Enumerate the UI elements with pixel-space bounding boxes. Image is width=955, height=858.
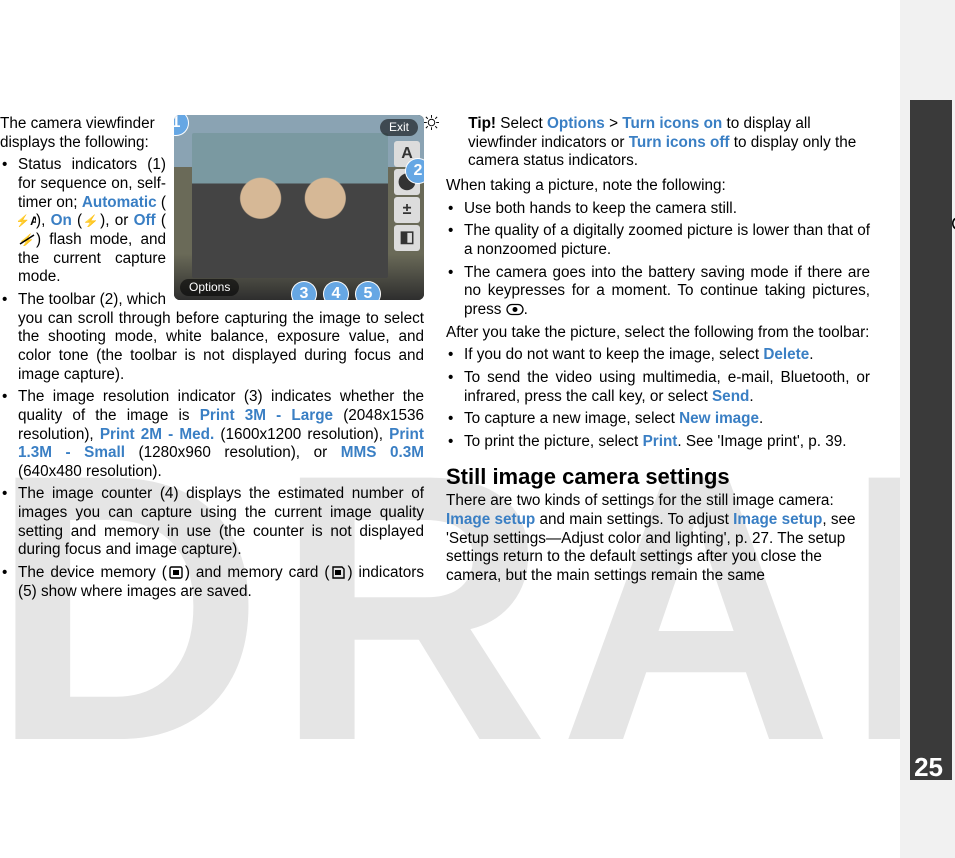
left-bullet-3: The image resolution indicator (3) indic…: [0, 388, 424, 481]
text: There are two kinds of settings for the …: [446, 492, 834, 509]
text: (640x480 resolution).: [18, 463, 162, 480]
link-delete: Delete: [763, 346, 809, 363]
side-tab: Camera 25: [900, 0, 955, 858]
text: .: [524, 301, 528, 318]
text: To capture a new image, select: [464, 410, 679, 427]
text: ) and memory card (: [185, 564, 330, 581]
after-intro: After you take the picture, select the f…: [446, 324, 870, 343]
text: . See 'Image print', p. 39.: [677, 433, 846, 450]
link-turn-icons-on: Turn icons on: [622, 115, 722, 132]
text: (1600x1200 resolution),: [214, 426, 389, 443]
memory-card-icon: [329, 566, 347, 579]
text: To print the picture, select: [464, 433, 643, 450]
text: To send the video using multimedia, e-ma…: [464, 369, 870, 405]
svg-text:⚡: ⚡: [83, 214, 99, 227]
left-column: Exit Options A ⬤ ± ◧ 1 2 3 4 5 The camer…: [0, 115, 424, 725]
flash-off-icon: ⚡: [18, 233, 36, 246]
left-bullet-5: The device memory () and memory card () …: [0, 564, 424, 601]
after-bullet-4: To print the picture, select Print. See …: [446, 433, 870, 452]
after-bullets: If you do not want to keep the image, se…: [446, 346, 870, 451]
device-memory-icon: [167, 566, 185, 579]
link-send: Send: [712, 388, 749, 405]
tip-paragraph: Tip! Select Options > Turn icons on to d…: [446, 115, 870, 171]
note-intro: When taking a picture, note the followin…: [446, 177, 870, 196]
text: (1280x960 resolution), or: [125, 444, 341, 461]
left-bullet-1: Status indicators (1) for sequence on, s…: [0, 156, 424, 287]
svg-text:⚡A: ⚡A: [18, 214, 36, 227]
text: (: [72, 212, 82, 229]
section-label: Camera: [949, 160, 955, 231]
capture-key-icon: [506, 303, 524, 316]
text: (: [156, 212, 166, 229]
flash-on-icon: ⚡: [82, 214, 100, 227]
settings-paragraph: There are two kinds of settings for the …: [446, 492, 870, 585]
link-on: On: [51, 212, 72, 229]
left-bullet-2: The toolbar (2), which you can scroll th…: [0, 291, 424, 384]
link-print: Print: [643, 433, 678, 450]
text: .: [759, 410, 763, 427]
link-image-setup-2: Image setup: [733, 511, 822, 528]
note-bullet-3: The camera goes into the battery saving …: [446, 264, 870, 320]
tip-label: Tip!: [468, 115, 496, 132]
link-new-image: New image: [679, 410, 759, 427]
text: and main settings. To adjust: [535, 511, 733, 528]
after-bullet-1: If you do not want to keep the image, se…: [446, 346, 870, 365]
after-bullet-2: To send the video using multimedia, e-ma…: [446, 369, 870, 406]
link-options: Options: [547, 115, 605, 132]
text: Select: [496, 115, 547, 132]
after-bullet-3: To capture a new image, select New image…: [446, 410, 870, 429]
text: .: [809, 346, 813, 363]
flash-auto-icon: ⚡A: [18, 214, 36, 227]
text: ), or: [100, 212, 133, 229]
link-turn-icons-off: Turn icons off: [629, 134, 730, 151]
link-image-setup-1: Image setup: [446, 511, 535, 528]
note-bullet-1: Use both hands to keep the camera still.: [446, 200, 870, 219]
link-mms-03m: MMS 0.3M: [341, 444, 424, 461]
link-automatic: Automatic: [82, 194, 157, 211]
body-columns: Exit Options A ⬤ ± ◧ 1 2 3 4 5 The camer…: [0, 115, 870, 725]
note-bullet-2: The quality of a digitally zoomed pictur…: [446, 222, 870, 259]
text: The device memory (: [18, 564, 167, 581]
note-bullets: Use both hands to keep the camera still.…: [446, 200, 870, 320]
link-print-2m: Print 2M - Med.: [100, 426, 214, 443]
right-column: Tip! Select Options > Turn icons on to d…: [446, 115, 870, 725]
softkey-exit: Exit: [380, 119, 418, 136]
text: (: [157, 194, 166, 211]
link-print-3m: Print 3M - Large: [200, 407, 333, 424]
text: ) flash mode, and the current capture mo…: [18, 231, 166, 285]
link-off: Off: [134, 212, 156, 229]
text: ),: [36, 212, 51, 229]
page-number: 25: [914, 752, 943, 783]
left-bullets: Status indicators (1) for sequence on, s…: [0, 156, 424, 601]
text: .: [749, 388, 753, 405]
left-bullet-4: The image counter (4) displays the estim…: [0, 485, 424, 560]
side-tab-dark: [910, 100, 952, 780]
heading-still-image-settings: Still image camera settings: [446, 464, 870, 491]
text: If you do not want to keep the image, se…: [464, 346, 763, 363]
text: >: [605, 115, 622, 132]
tip-icon: [446, 115, 461, 130]
